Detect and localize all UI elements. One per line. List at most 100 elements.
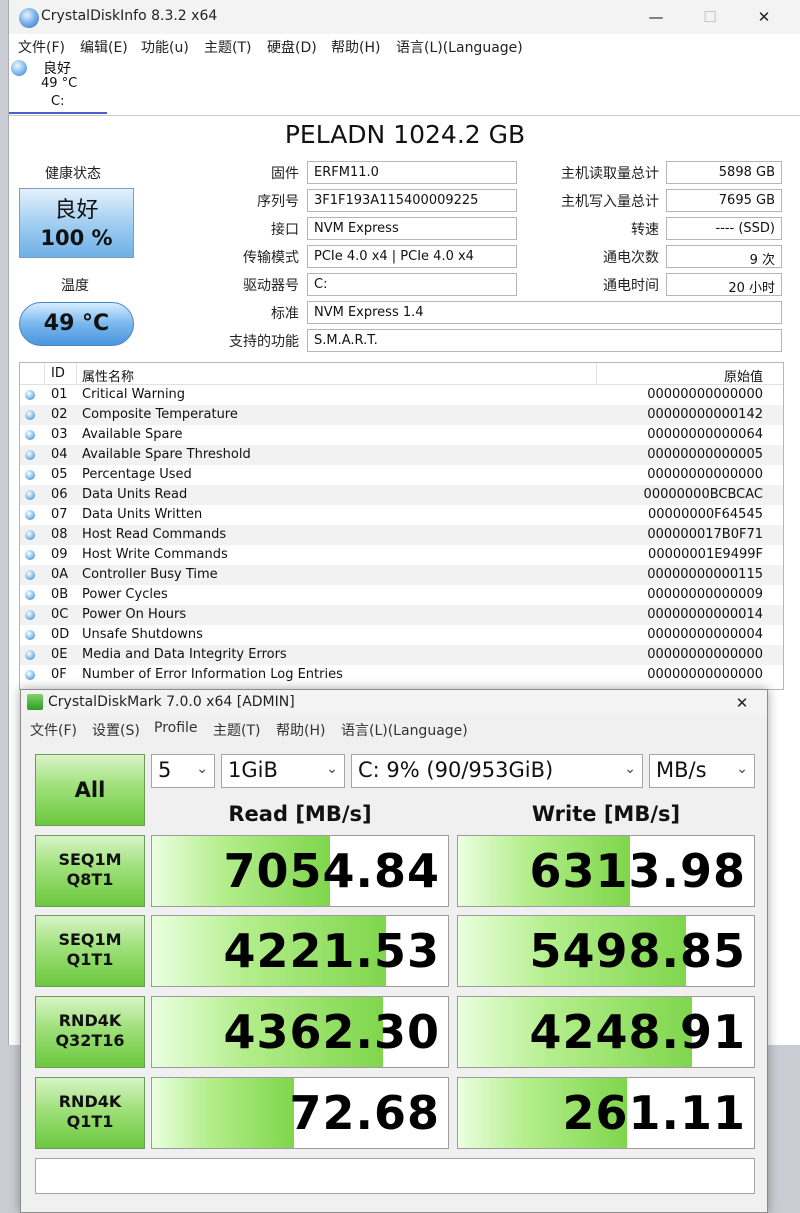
test-button-seq1m-q1t1[interactable]: SEQ1M Q1T1 xyxy=(35,915,145,987)
close-button[interactable]: ✕ xyxy=(731,692,753,714)
minimize-button[interactable]: — xyxy=(645,6,667,28)
test-name: RND4K xyxy=(58,1011,122,1030)
table-row[interactable]: 05 Percentage Used 00000000000000 xyxy=(20,465,783,485)
smart-header-name[interactable]: 属性名称 xyxy=(82,366,134,385)
smart-id: 04 xyxy=(51,447,68,462)
status-ok-icon xyxy=(25,670,35,680)
status-ok-icon xyxy=(25,650,35,660)
drive-select[interactable]: C: 9% (90/953GiB) ⌄ xyxy=(351,754,643,788)
menu-profile[interactable]: Profile xyxy=(154,720,198,736)
smart-header-raw[interactable]: 原始值 xyxy=(724,366,763,385)
test-count-select[interactable]: 5 ⌄ xyxy=(151,754,215,788)
table-row[interactable]: 0D Unsafe Shutdowns 00000000000004 xyxy=(20,625,783,645)
write-result: 4248.91 xyxy=(457,996,755,1068)
rotation-field: ---- (SSD) xyxy=(666,217,782,240)
temperature-label: 温度 xyxy=(61,278,89,294)
table-row[interactable]: 0B Power Cycles 00000000000009 xyxy=(20,585,783,605)
table-row[interactable]: 07 Data Units Written 00000000F64545 xyxy=(20,505,783,525)
smart-table-header: ID 属性名称 原始值 xyxy=(20,363,783,385)
smart-name: Power Cycles xyxy=(82,587,168,602)
cdm-titlebar[interactable]: CrystalDiskMark 7.0.0 x64 [ADMIN] ✕ xyxy=(21,690,767,716)
cdi-titlebar[interactable]: CrystalDiskInfo 8.3.2 x64 — ☐ ✕ xyxy=(9,0,800,34)
all-button[interactable]: All xyxy=(35,754,145,826)
smart-raw: 00000000000142 xyxy=(647,407,763,422)
unit-value: MB/s xyxy=(656,758,707,782)
table-row[interactable]: 03 Available Spare 00000000000064 xyxy=(20,425,783,445)
menu-edit[interactable]: 编辑(E) xyxy=(80,37,128,57)
write-value: 261.11 xyxy=(562,1086,746,1140)
read-result: 7054.84 xyxy=(151,835,449,907)
unit-select[interactable]: MB/s ⌄ xyxy=(649,754,755,788)
table-row[interactable]: 06 Data Units Read 00000000BCBCAC xyxy=(20,485,783,505)
drive-tab-c[interactable]: 良好 49 °C C: xyxy=(9,58,107,114)
smart-id: 01 xyxy=(51,387,68,402)
status-ok-icon xyxy=(25,430,35,440)
rotation-label: 转速 xyxy=(631,222,659,238)
chevron-down-icon: ⌄ xyxy=(736,761,748,777)
smart-id: 0C xyxy=(51,607,69,622)
table-row[interactable]: 0F Number of Error Information Log Entrie… xyxy=(20,665,783,685)
status-ok-icon xyxy=(25,490,35,500)
drive-tab-strip: 良好 49 °C C: xyxy=(9,58,800,116)
table-row[interactable]: 09 Host Write Commands 00000001E9499F xyxy=(20,545,783,565)
menu-settings[interactable]: 设置(S) xyxy=(92,720,140,740)
smart-name: Host Read Commands xyxy=(82,527,227,542)
host-reads-label: 主机读取量总计 xyxy=(561,166,659,182)
health-percent: 100 % xyxy=(40,226,113,250)
health-status-button[interactable]: 良好 100 % xyxy=(19,188,134,258)
menu-language[interactable]: 语言(L)(Language) xyxy=(396,37,523,57)
status-ok-icon xyxy=(25,470,35,480)
menu-theme[interactable]: 主题(T) xyxy=(213,720,260,740)
menu-file[interactable]: 文件(F) xyxy=(18,37,65,57)
table-row[interactable]: 04 Available Spare Threshold 0000000000000… xyxy=(20,445,783,465)
smart-name: Number of Error Information Log Entries xyxy=(82,667,343,682)
chevron-down-icon: ⌄ xyxy=(624,761,636,777)
menu-help[interactable]: 帮助(H) xyxy=(331,37,380,57)
test-size-select[interactable]: 1GiB ⌄ xyxy=(221,754,345,788)
temperature-value: 49 °C xyxy=(19,302,134,346)
test-button-seq1m-q8t1[interactable]: SEQ1M Q8T1 xyxy=(35,835,145,907)
test-button-rnd4k-q32t16[interactable]: RND4K Q32T16 xyxy=(35,996,145,1068)
drive-title: PELADN 1024.2 GB xyxy=(284,120,526,149)
test-count-value: 5 xyxy=(158,758,172,782)
status-ok-icon xyxy=(25,550,35,560)
table-row[interactable]: 08 Host Read Commands 000000017B0F71 xyxy=(20,525,783,545)
smart-name: Host Write Commands xyxy=(82,547,228,562)
smart-attribute-table[interactable]: ID 属性名称 原始值 01 Critical Warning 0000000000… xyxy=(19,362,784,690)
table-row[interactable]: 01 Critical Warning 00000000000000 xyxy=(20,385,783,405)
maximize-button[interactable]: ☐ xyxy=(699,6,721,28)
table-row[interactable]: 0C Power On Hours 00000000000014 xyxy=(20,605,783,625)
smart-raw: 00000001E9499F xyxy=(648,547,763,562)
host-writes-field: 7695 GB xyxy=(666,189,782,212)
cdi-window-title: CrystalDiskInfo 8.3.2 x64 xyxy=(41,8,218,24)
host-writes-label: 主机写入量总计 xyxy=(561,194,659,210)
smart-id: 0A xyxy=(51,567,69,582)
menu-language[interactable]: 语言(L)(Language) xyxy=(341,720,468,740)
menu-file[interactable]: 文件(F) xyxy=(30,720,77,740)
smart-header-id[interactable]: ID xyxy=(51,366,65,381)
close-button[interactable]: ✕ xyxy=(753,6,775,28)
menu-help[interactable]: 帮助(H) xyxy=(276,720,325,740)
menu-theme[interactable]: 主题(T) xyxy=(204,37,251,57)
smart-id: 0B xyxy=(51,587,69,602)
smart-raw: 000000017B0F71 xyxy=(647,527,763,542)
standard-label: 标准 xyxy=(271,306,299,322)
comment-input[interactable] xyxy=(35,1158,755,1194)
menu-disk[interactable]: 硬盘(D) xyxy=(267,37,317,57)
menu-function[interactable]: 功能(u) xyxy=(141,37,189,57)
table-row[interactable]: 0A Controller Busy Time 00000000000115 xyxy=(20,565,783,585)
read-result: 4362.30 xyxy=(151,996,449,1068)
smart-raw: 00000000000014 xyxy=(647,607,763,622)
test-queue: Q8T1 xyxy=(66,870,114,889)
host-reads-field: 5898 GB xyxy=(666,161,782,184)
smart-raw: 00000000F64545 xyxy=(647,507,763,522)
smart-id: 0D xyxy=(51,627,70,642)
table-row[interactable]: 0E Media and Data Integrity Errors 0000000… xyxy=(20,645,783,665)
smart-name: Data Units Written xyxy=(82,507,203,522)
table-row[interactable]: 02 Composite Temperature 00000000000142 xyxy=(20,405,783,425)
test-button-rnd4k-q1t1[interactable]: RND4K Q1T1 xyxy=(35,1077,145,1149)
read-result: 4221.53 xyxy=(151,915,449,987)
smart-name: Controller Busy Time xyxy=(82,567,218,582)
read-value: 72.68 xyxy=(289,1086,440,1140)
write-value: 5498.85 xyxy=(529,924,746,978)
